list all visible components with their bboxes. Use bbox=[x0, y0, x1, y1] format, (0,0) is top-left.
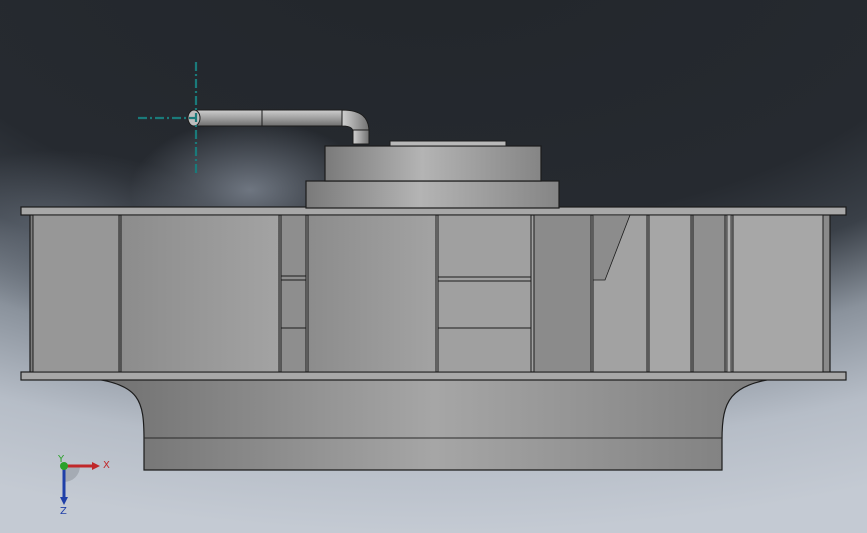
impeller-blades bbox=[32, 214, 824, 373]
origin-marker bbox=[138, 62, 198, 176]
pipe-elbow[interactable] bbox=[187, 109, 370, 145]
motor-hub[interactable] bbox=[305, 140, 560, 209]
x-axis-label: X bbox=[103, 460, 110, 471]
y-axis-label: Y bbox=[57, 454, 65, 465]
x-axis-arrow-icon bbox=[92, 462, 100, 470]
z-axis-arrow-icon bbox=[60, 497, 68, 505]
model-view[interactable]: X Y Z bbox=[0, 0, 867, 533]
inlet-bell[interactable] bbox=[89, 377, 779, 471]
z-axis-label: Z bbox=[60, 506, 67, 517]
graphics-viewport[interactable]: X Y Z bbox=[0, 0, 867, 533]
coordinate-triad[interactable]: X Y Z bbox=[57, 454, 110, 517]
